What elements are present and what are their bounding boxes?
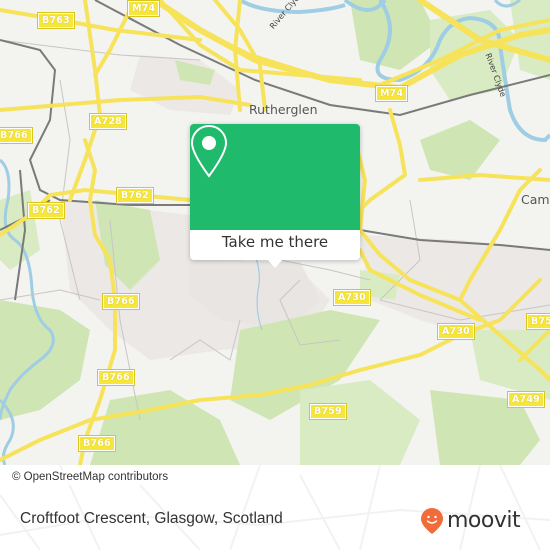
road-shield: B759 bbox=[309, 403, 347, 420]
road-shield: A730 bbox=[437, 323, 475, 340]
road-shield: A728 bbox=[89, 113, 127, 130]
popup-pointer bbox=[267, 259, 283, 268]
map[interactable]: Rutherglen Cam River Clyde River Clyde B… bbox=[0, 0, 550, 465]
place-label-cambuslang: Cam bbox=[521, 192, 550, 207]
moovit-pin-icon bbox=[421, 508, 443, 534]
road-shield: B766 bbox=[97, 369, 135, 386]
road-shield: A730 bbox=[333, 289, 371, 306]
take-me-there-button[interactable]: Take me there bbox=[190, 230, 360, 260]
address-label: Croftfoot Crescent, Glasgow, Scotland bbox=[20, 510, 283, 527]
location-pin-icon bbox=[190, 124, 228, 178]
road-shield: B762 bbox=[27, 202, 65, 219]
moovit-wordmark: moovit bbox=[447, 508, 521, 533]
road-shield: A749 bbox=[507, 391, 545, 408]
map-attribution[interactable]: © OpenStreetMap contributors bbox=[0, 470, 177, 485]
popup-header bbox=[190, 124, 360, 230]
road-shield: B762 bbox=[116, 187, 154, 204]
road-shield: B766 bbox=[102, 293, 140, 310]
road-shield: M74 bbox=[126, 0, 161, 17]
moovit-logo[interactable]: moovit bbox=[420, 507, 521, 535]
road-shield: B763 bbox=[37, 12, 75, 29]
road-shield: B766 bbox=[78, 435, 116, 452]
road-shield: M74 bbox=[374, 85, 409, 102]
road-shield: B766 bbox=[0, 127, 33, 144]
place-label-rutherglen: Rutherglen bbox=[249, 102, 318, 117]
road-shield: B75 bbox=[525, 313, 550, 330]
location-popup: Take me there bbox=[190, 124, 360, 268]
